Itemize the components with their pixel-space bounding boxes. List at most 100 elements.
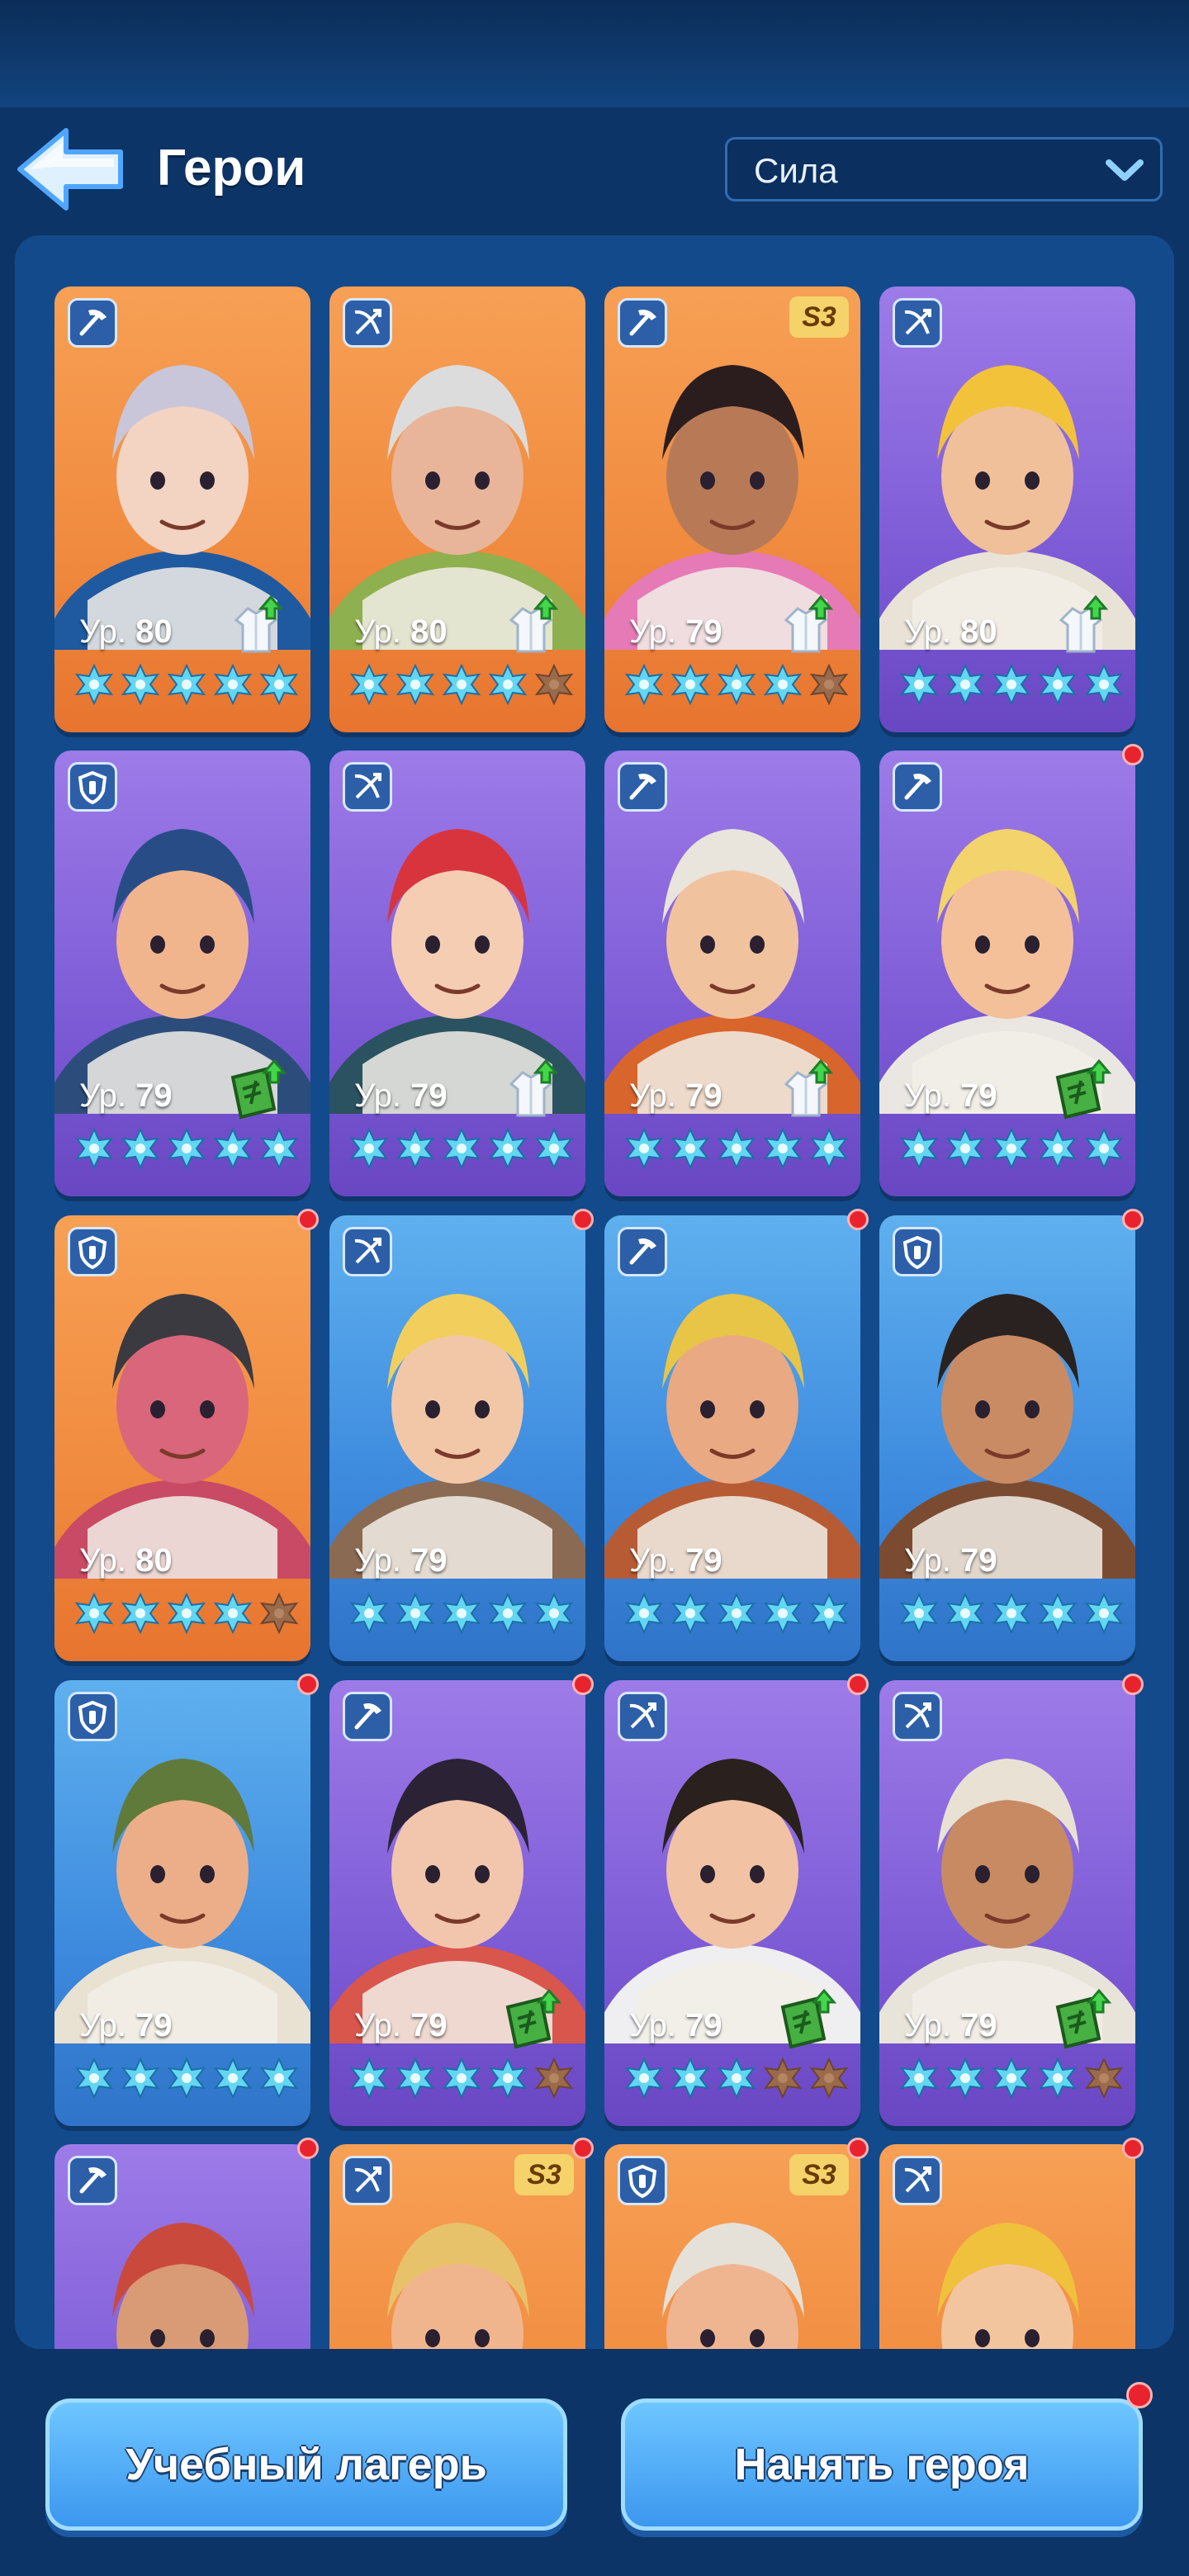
star-filled-icon [715, 663, 758, 706]
star-rating [898, 2057, 1129, 2106]
notification-dot [1122, 2138, 1144, 2159]
hero-level: Ур. 79 [904, 2007, 997, 2043]
training-camp-button[interactable]: Учебный лагерь [45, 2398, 567, 2531]
crossbow-icon [343, 298, 392, 348]
star-filled-icon [394, 663, 437, 706]
sort-dropdown[interactable]: Сила [725, 137, 1163, 201]
hero-card[interactable] [54, 2144, 310, 2349]
star-filled-icon [394, 1592, 437, 1635]
star-rating [623, 1127, 854, 1177]
hero-level: Ур. 79 [79, 1077, 173, 1114]
star-rating [898, 663, 1129, 713]
star-filled-icon [623, 663, 666, 706]
star-filled-icon [761, 1592, 804, 1635]
star-filled-icon [486, 1592, 529, 1635]
shirt-icon [223, 592, 292, 661]
hero-card[interactable]: Ур. 80 [54, 1215, 310, 1661]
star-filled-icon [944, 1127, 987, 1170]
notification-dot [1122, 1209, 1144, 1230]
star-filled-icon [211, 1127, 254, 1170]
status-bar-area [0, 0, 1189, 107]
pickaxe-icon [618, 762, 667, 812]
star-rating [348, 2057, 579, 2106]
star-rating [898, 1127, 1129, 1177]
hero-card[interactable]: Ур. 79 [879, 1680, 1135, 2126]
star-filled-icon [258, 663, 301, 706]
star-filled-icon [898, 1127, 940, 1170]
star-filled-icon [258, 2057, 301, 2100]
star-filled-icon [440, 663, 483, 706]
hero-card[interactable]: Ур. 79 [329, 751, 585, 1196]
star-filled-icon [119, 1127, 162, 1170]
star-filled-icon [761, 663, 804, 706]
hero-card[interactable]: S3 Ур. 79 [604, 286, 860, 732]
hero-card[interactable]: Ур. 79 [604, 1215, 860, 1661]
hero-card[interactable]: Ур. 79 [329, 1215, 585, 1661]
page-title: Герои [157, 140, 306, 197]
star-empty-icon [533, 663, 576, 706]
training-camp-label: Учебный лагерь [126, 2440, 487, 2489]
shield-icon [68, 1227, 117, 1276]
hero-card[interactable]: Ур. 79 [879, 751, 1135, 1196]
star-empty-icon [808, 663, 850, 706]
star-filled-icon [761, 1127, 804, 1170]
star-filled-icon [258, 1127, 301, 1170]
star-filled-icon [669, 663, 712, 706]
star-empty-icon [1082, 2057, 1125, 2100]
notification-dot [572, 1209, 594, 1230]
hero-level: Ур. 79 [354, 1542, 448, 1579]
star-empty-icon [761, 2057, 804, 2100]
notification-dot [847, 2138, 869, 2159]
hero-card[interactable]: Ур. 79 [604, 1680, 860, 2126]
star-filled-icon [486, 2057, 529, 2100]
star-filled-icon [348, 663, 391, 706]
star-filled-icon [1036, 2057, 1079, 2100]
hire-notification-dot [1126, 2382, 1153, 2408]
hero-card[interactable] [879, 2144, 1135, 2349]
hero-card[interactable]: Ур. 79 [604, 751, 860, 1196]
crossbow-icon [343, 1227, 392, 1276]
notification-dot [847, 1209, 869, 1230]
hire-hero-button[interactable]: Нанять героя [621, 2398, 1143, 2531]
hero-level: Ур. 79 [629, 613, 722, 650]
star-filled-icon [73, 2057, 116, 2100]
star-rating [73, 1592, 304, 1641]
star-rating [348, 663, 579, 713]
star-filled-icon [669, 2057, 712, 2100]
hero-card[interactable]: Ур. 80 [329, 286, 585, 732]
hero-card[interactable]: Ур. 79 [54, 751, 310, 1196]
star-filled-icon [990, 1127, 1033, 1170]
star-filled-icon [944, 2057, 987, 2100]
star-filled-icon [119, 1592, 162, 1635]
star-filled-icon [73, 1592, 116, 1635]
star-filled-icon [1036, 1592, 1079, 1635]
star-filled-icon [898, 2057, 940, 2100]
star-filled-icon [990, 2057, 1033, 2100]
shield-icon [893, 1227, 942, 1276]
crossbow-icon [893, 298, 942, 348]
hero-card[interactable]: Ур. 80 [879, 286, 1135, 732]
star-filled-icon [486, 1127, 529, 1170]
hero-card[interactable]: Ур. 80 [54, 286, 310, 732]
pickaxe-icon [618, 1227, 667, 1276]
hero-level: Ур. 80 [79, 1542, 173, 1579]
back-arrow-icon [17, 128, 123, 211]
notification-dot [297, 1674, 319, 1695]
hero-card[interactable]: S3 [604, 2144, 860, 2349]
hero-card[interactable]: S3 [329, 2144, 585, 2349]
star-filled-icon [486, 663, 529, 706]
star-filled-icon [1036, 663, 1079, 706]
star-filled-icon [623, 1127, 666, 1170]
hero-card[interactable]: Ур. 79 [879, 1215, 1135, 1661]
back-button[interactable] [15, 124, 130, 215]
hero-card[interactable]: Ур. 79 [329, 1680, 585, 2126]
shirt-icon [498, 1056, 567, 1125]
pickaxe-icon [343, 1692, 392, 1741]
star-filled-icon [533, 1127, 576, 1170]
hero-card[interactable]: Ур. 79 [54, 1680, 310, 2126]
pickaxe-icon [68, 298, 117, 348]
star-filled-icon [211, 663, 254, 706]
crossbow-icon [893, 1692, 942, 1741]
hero-level: Ур. 79 [629, 2007, 722, 2043]
star-filled-icon [165, 1127, 208, 1170]
